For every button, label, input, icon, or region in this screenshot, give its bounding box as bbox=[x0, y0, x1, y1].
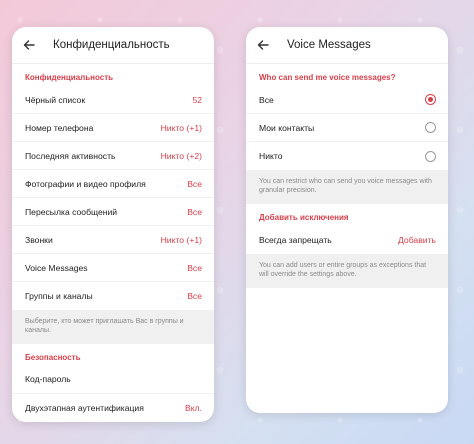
row-label: Номер телефона bbox=[25, 122, 94, 133]
settings-row-calls[interactable]: Звонки Никто (+1) bbox=[12, 226, 214, 254]
settings-row-two-step[interactable]: Двухэтапная аутентификация Вкл. bbox=[12, 394, 214, 422]
row-value: 52 bbox=[192, 94, 202, 105]
option-label: Никто bbox=[259, 151, 283, 161]
option-label: Все bbox=[259, 94, 274, 105]
row-value: Вкл. bbox=[185, 402, 202, 413]
settings-row-groups[interactable]: Группы и каналы Все bbox=[12, 282, 214, 310]
privacy-screen: Конфиденциальность Конфиденциальность Чё… bbox=[12, 27, 214, 422]
app-bar: Конфиденциальность bbox=[12, 27, 214, 64]
radio-checked-icon[interactable] bbox=[425, 94, 436, 105]
page-title: Voice Messages bbox=[287, 39, 371, 51]
row-value: Все bbox=[187, 178, 202, 189]
voice-messages-screen: Voice Messages Who can send me voice mes… bbox=[246, 27, 448, 413]
settings-row-last-seen[interactable]: Последняя активность Никто (+2) bbox=[12, 142, 214, 170]
section-header-exceptions: Добавить исключения bbox=[259, 212, 349, 222]
section-header-security: Безопасность bbox=[25, 352, 81, 362]
who-hint: You can restrict who can send you voice … bbox=[246, 170, 448, 204]
row-value: Никто (+1) bbox=[160, 122, 202, 133]
back-arrow-icon[interactable] bbox=[257, 37, 273, 53]
settings-row-blocked[interactable]: Чёрный список 52 bbox=[12, 86, 214, 114]
section-header-who: Who can send me voice messages? bbox=[259, 73, 396, 82]
row-label: Voice Messages bbox=[25, 262, 88, 273]
settings-row-passcode[interactable]: Код-пароль bbox=[12, 366, 214, 394]
row-label: Пересылка сообщений bbox=[25, 206, 118, 217]
row-label: Последняя активность bbox=[25, 150, 116, 161]
back-arrow-icon[interactable] bbox=[23, 37, 39, 53]
settings-row-phone[interactable]: Номер телефона Никто (+1) bbox=[12, 114, 214, 142]
option-label: Мои контакты bbox=[259, 122, 315, 133]
row-value: Все bbox=[187, 262, 202, 273]
radio-unchecked-icon[interactable] bbox=[425, 122, 436, 133]
exception-row-never-allow[interactable]: Всегда запрещать Добавить bbox=[246, 226, 448, 254]
settings-row-voice-messages[interactable]: Voice Messages Все bbox=[12, 254, 214, 282]
row-value: Никто (+2) bbox=[160, 150, 202, 161]
exceptions-hint: You can add users or entire groups as ex… bbox=[246, 253, 448, 288]
groups-hint: Выберите, кто может приглашать Вас в гру… bbox=[12, 310, 214, 344]
row-label: Фотографии и видео профиля bbox=[25, 178, 146, 189]
row-label: Код-пароль bbox=[25, 374, 71, 385]
row-value: Никто (+1) bbox=[160, 234, 202, 245]
settings-row-profile-photos[interactable]: Фотографии и видео профиля Все bbox=[12, 170, 214, 198]
row-label: Двухэтапная аутентификация bbox=[25, 402, 144, 413]
radio-unchecked-icon[interactable] bbox=[425, 150, 436, 162]
row-value: Все bbox=[187, 291, 202, 301]
add-exception-link[interactable]: Добавить bbox=[398, 235, 436, 245]
option-everybody[interactable]: Все bbox=[246, 86, 448, 114]
app-bar: Voice Messages bbox=[246, 27, 448, 64]
settings-row-forwarding[interactable]: Пересылка сообщений Все bbox=[12, 198, 214, 226]
row-label: Всегда запрещать bbox=[259, 234, 332, 245]
row-label: Группы и каналы bbox=[25, 291, 93, 301]
option-my-contacts[interactable]: Мои контакты bbox=[246, 114, 448, 142]
row-label: Звонки bbox=[25, 234, 53, 245]
row-value: Все bbox=[187, 206, 202, 217]
page-title: Конфиденциальность bbox=[53, 39, 170, 51]
row-label: Чёрный список bbox=[25, 94, 86, 105]
section-header-privacy: Конфиденциальность bbox=[25, 73, 114, 82]
option-nobody[interactable]: Никто bbox=[246, 142, 448, 170]
